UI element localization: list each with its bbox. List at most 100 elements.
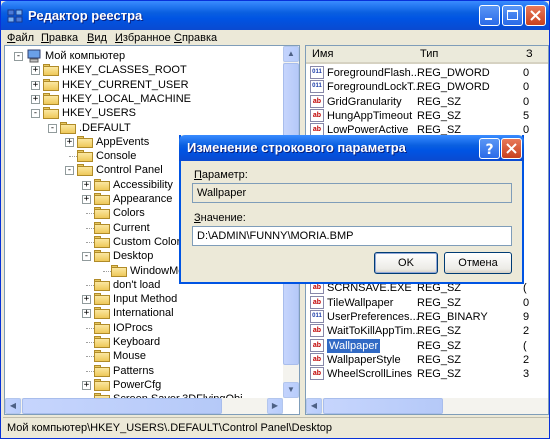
binary-value-icon: 011 xyxy=(310,66,324,79)
tree-hscroll-thumb[interactable] xyxy=(22,398,222,414)
menu-favorites[interactable]: Избранное xyxy=(115,32,171,44)
expand-plus-icon[interactable]: + xyxy=(82,309,91,319)
close-button[interactable] xyxy=(525,5,546,26)
tree-connector xyxy=(86,227,94,230)
expand-plus-icon[interactable]: + xyxy=(31,94,40,104)
list-item[interactable]: 011 UserPreferences... REG_BINARY 9 xyxy=(308,309,548,324)
collapse-minus-icon[interactable]: - xyxy=(48,123,57,133)
folder-icon xyxy=(94,364,110,377)
close-icon xyxy=(506,143,517,154)
collapse-minus-icon[interactable]: - xyxy=(82,252,91,262)
tree-item[interactable]: Mouse xyxy=(5,349,281,363)
scroll-left-arrow-icon[interactable]: ◀ xyxy=(5,398,21,414)
tree-item[interactable]: + International xyxy=(5,306,281,320)
tree-item[interactable]: + HKEY_CURRENT_USER xyxy=(5,78,281,92)
tree-item-label: Desktop xyxy=(113,250,154,263)
value-name: HungAppTimeout xyxy=(327,110,413,123)
list-item[interactable]: ab WaitToKillAppTim... REG_SZ 2 xyxy=(308,324,548,338)
tree-item[interactable]: + HKEY_LOCAL_MACHINE xyxy=(5,92,281,106)
title-bar[interactable]: Редактор реестра xyxy=(1,1,549,30)
expand-plus-icon[interactable]: + xyxy=(31,66,40,76)
tree-item-label: IOProcs xyxy=(113,321,153,334)
folder-icon xyxy=(94,178,110,191)
param-label: Параметр: xyxy=(194,169,248,181)
value-input[interactable]: D:\ADMIN\FUNNY\MORIA.BMP xyxy=(192,226,512,246)
tree-item[interactable]: - .DEFAULT xyxy=(5,121,281,135)
folder-icon xyxy=(43,78,59,91)
scroll-up-arrow-icon[interactable]: ▲ xyxy=(283,46,299,62)
collapse-minus-icon[interactable]: - xyxy=(31,109,40,119)
collapse-minus-icon[interactable]: - xyxy=(65,166,74,176)
value-type: REG_BINARY xyxy=(417,310,488,323)
tree-item[interactable]: IOProcs xyxy=(5,321,281,335)
list-item[interactable]: 011 ForegroundFlash... REG_DWORD 0 xyxy=(308,66,548,80)
binary-value-icon: 011 xyxy=(310,309,324,323)
tree-connector xyxy=(86,213,94,215)
column-header-name[interactable]: Имя xyxy=(306,46,414,64)
list-item[interactable]: ab GridGranularity REG_SZ 0 xyxy=(308,94,548,109)
svg-text:?: ? xyxy=(485,142,493,158)
folder-icon xyxy=(77,150,93,163)
help-button[interactable]: ? xyxy=(479,138,500,159)
tree-item[interactable]: + HKEY_CLASSES_ROOT xyxy=(5,63,281,77)
folder-icon xyxy=(43,64,59,77)
window-title: Редактор реестра xyxy=(28,8,143,23)
column-header-data[interactable]: З xyxy=(520,46,548,64)
tree-item[interactable]: - HKEY_USERS xyxy=(5,106,281,120)
expand-plus-icon[interactable]: + xyxy=(82,195,91,204)
folder-icon xyxy=(94,221,110,234)
dialog-close-button[interactable] xyxy=(501,138,522,159)
folder-icon xyxy=(94,293,110,306)
menu-view[interactable]: Вид xyxy=(87,32,107,44)
menu-file[interactable]: Файл xyxy=(7,32,34,44)
tree-connector xyxy=(86,342,94,344)
list-item[interactable]: ab HungAppTimeout REG_SZ 5 xyxy=(308,109,548,123)
scroll-down-arrow-icon[interactable]: ▼ xyxy=(283,382,299,398)
value-name: UserPreferences... xyxy=(327,310,419,323)
list-item[interactable]: ab Wallpaper REG_SZ ( xyxy=(308,338,548,353)
scroll-right-arrow-icon[interactable]: ▶ xyxy=(267,398,283,414)
dialog-title-bar[interactable]: Изменение строкового параметра ? xyxy=(179,135,524,161)
expand-plus-icon[interactable]: + xyxy=(82,380,91,390)
value-type: REG_SZ xyxy=(417,339,462,352)
expand-plus-icon[interactable]: + xyxy=(31,80,40,90)
list-item[interactable]: ab WheelScrollLines REG_SZ 3 xyxy=(308,367,548,381)
tree-item-label: don't load xyxy=(113,278,161,291)
list-item[interactable]: ab WallpaperStyle REG_SZ 2 xyxy=(308,353,548,367)
value-data: 2 xyxy=(523,325,530,338)
list-horizontal-scrollbar[interactable]: ◀ xyxy=(306,398,548,414)
ok-button[interactable]: OK xyxy=(374,252,438,274)
list-hscroll-thumb[interactable] xyxy=(323,398,443,414)
maximize-icon xyxy=(507,10,518,20)
tree-item-label: PowerCfg xyxy=(113,378,162,391)
tree-connector xyxy=(86,327,94,330)
folder-icon xyxy=(43,92,59,105)
cancel-button[interactable]: Отмена xyxy=(444,252,512,274)
expand-plus-icon[interactable]: + xyxy=(65,137,74,147)
menu-help[interactable]: Справка xyxy=(174,32,217,44)
maximize-button[interactable] xyxy=(502,5,523,26)
list-scroll-left-arrow-icon[interactable]: ◀ xyxy=(306,398,322,414)
value-type: REG_SZ xyxy=(417,325,462,338)
expand-plus-icon[interactable]: + xyxy=(82,295,91,305)
value-data: 0 xyxy=(523,67,530,79)
tree-item[interactable]: Keyboard xyxy=(5,335,281,349)
menu-edit[interactable]: Правка xyxy=(41,32,78,44)
list-item[interactable]: ab TileWallpaper REG_SZ 0 xyxy=(308,295,548,310)
tree-item-label: Accessibility xyxy=(113,178,173,191)
value-label: Значение: xyxy=(194,212,246,224)
tree-item-label: HKEY_USERS xyxy=(62,107,136,120)
tree-item[interactable]: + PowerCfg xyxy=(5,378,281,392)
minimize-button[interactable] xyxy=(479,5,500,26)
column-header-type[interactable]: Тип xyxy=(414,46,520,64)
collapse-minus-icon[interactable]: - xyxy=(14,52,23,61)
tree-item-label: HKEY_CLASSES_ROOT xyxy=(62,64,187,77)
tree-horizontal-scrollbar[interactable]: ◀ ▶ xyxy=(5,398,283,414)
tree-item[interactable]: - Мой компьютер xyxy=(5,49,281,63)
list-item[interactable]: 011 ForegroundLockT... REG_DWORD 0 xyxy=(308,80,548,94)
expand-plus-icon[interactable]: + xyxy=(82,180,91,190)
value-data: 9 xyxy=(523,310,530,323)
value-data: 3 xyxy=(523,368,530,381)
tree-item[interactable]: + Input Method xyxy=(5,292,281,306)
tree-item[interactable]: Patterns xyxy=(5,364,281,378)
